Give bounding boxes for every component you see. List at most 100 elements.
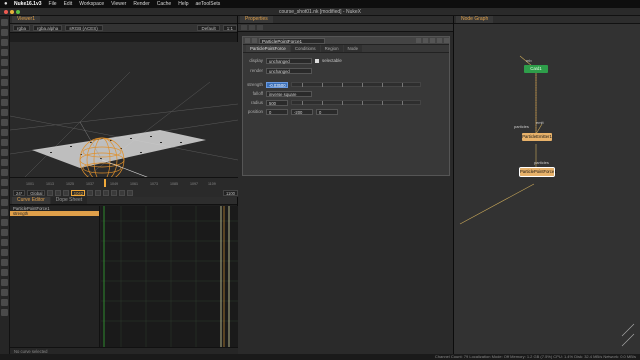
transform-tool-icon[interactable] [1, 99, 8, 106]
keyer-tool-icon[interactable] [1, 79, 8, 86]
tab-conditions[interactable]: Conditions [290, 45, 320, 52]
current-frame-field[interactable]: 1042 [71, 190, 86, 196]
menu-workspace[interactable]: Workspace [79, 1, 104, 7]
fps-dropdown[interactable]: 24* [13, 190, 26, 196]
zoom-dropdown[interactable]: Default [197, 25, 220, 31]
menu-render[interactable]: Render [133, 1, 149, 7]
zoom-window-button[interactable] [16, 10, 20, 14]
expand-tool-icon[interactable] [1, 289, 8, 296]
prev-frame-icon[interactable] [63, 190, 70, 196]
clear-panels-icon[interactable] [249, 25, 255, 30]
range-mode-dropdown[interactable]: Global [27, 190, 46, 196]
misc-tool-icon[interactable] [1, 249, 8, 256]
menu-app[interactable]: Nuke16.1v3 [14, 1, 42, 7]
position-z-field[interactable]: 0 [316, 108, 338, 115]
menu-cache[interactable]: Cache [157, 1, 171, 7]
gizmos-tool-icon[interactable] [1, 209, 8, 216]
merge-tool-icon[interactable] [1, 89, 8, 96]
apple-icon[interactable]: ● [4, 1, 10, 7]
help-tool-icon[interactable] [1, 269, 8, 276]
selectable-checkbox[interactable] [315, 58, 319, 63]
colorspace-dropdown[interactable]: sRGB (ACES) [65, 25, 104, 31]
node-card1[interactable]: Card1 [524, 65, 548, 73]
settings-tool-icon[interactable] [1, 219, 8, 226]
draw-tool-icon[interactable] [1, 29, 8, 36]
tab-region[interactable]: Region [320, 45, 343, 52]
time-tool-icon[interactable] [1, 39, 8, 46]
channel-tool-icon[interactable] [1, 49, 8, 56]
undo-icon[interactable] [416, 38, 421, 43]
tab-node[interactable]: Node [343, 45, 363, 52]
strength-field[interactable]: -0.03500 [266, 81, 288, 88]
next-key-icon[interactable] [119, 190, 126, 196]
ratio-dropdown[interactable]: 1:1 [222, 25, 237, 31]
timeline-ruler[interactable]: 1001 1013 1025 1037 1049 1061 1073 1085 … [26, 179, 216, 187]
furnace-tool-icon[interactable] [1, 179, 8, 186]
tree-item-strength[interactable]: strength [10, 211, 99, 216]
tab-dope-sheet[interactable]: Dope Sheet [50, 197, 88, 204]
node-color-icon[interactable] [252, 38, 257, 43]
radius-field[interactable]: 500 [266, 99, 288, 106]
user-tool-icon[interactable] [1, 259, 8, 266]
tab-curve-editor[interactable]: Curve Editor [12, 197, 50, 204]
help-icon[interactable] [430, 38, 435, 43]
strength-slider[interactable] [291, 82, 421, 87]
timeline-playhead[interactable] [104, 179, 106, 187]
other-tool-icon[interactable] [1, 169, 8, 176]
redo-icon[interactable] [423, 38, 428, 43]
node-particlepointforce1[interactable]: ParticlePointForce1 [519, 167, 557, 177]
close-window-button[interactable] [4, 10, 8, 14]
plugin-tool-icon[interactable] [1, 229, 8, 236]
curve-graph[interactable] [101, 206, 238, 347]
prev-key-icon[interactable] [55, 190, 62, 196]
node-name-field[interactable]: ParticlePointForce1 [259, 37, 325, 44]
first-frame-icon[interactable] [47, 190, 54, 196]
color-tool-icon[interactable] [1, 59, 8, 66]
menu-aetoolsets[interactable]: aeToolSets [196, 1, 221, 7]
bottom-tool-icon[interactable] [1, 299, 8, 306]
next-frame-icon[interactable] [111, 190, 118, 196]
play-forward-icon[interactable] [103, 190, 110, 196]
close-panel-icon[interactable] [444, 38, 449, 43]
ofx-tool-icon[interactable] [1, 189, 8, 196]
particles-tool-icon[interactable] [1, 119, 8, 126]
lock-panel-icon[interactable] [257, 25, 263, 30]
menu-edit[interactable]: Edit [64, 1, 73, 7]
views-tool-icon[interactable] [1, 139, 8, 146]
extra-tool-icon[interactable] [1, 239, 8, 246]
metadata-tool-icon[interactable] [1, 149, 8, 156]
tab-particlepointforce[interactable]: ParticlePointForce [246, 45, 290, 52]
float-panel-icon[interactable] [437, 38, 442, 43]
channels-dropdown[interactable]: rgba [13, 25, 31, 31]
menu-file[interactable]: File [49, 1, 57, 7]
node-particleemitter1[interactable]: ParticleEmitter1 [522, 133, 552, 141]
position-y-field[interactable]: -200 [291, 108, 313, 115]
3d-tool-icon[interactable] [1, 109, 8, 116]
apps-tool-icon[interactable] [1, 279, 8, 286]
tab-node-graph[interactable]: Node Graph [456, 16, 494, 23]
deep-tool-icon[interactable] [1, 129, 8, 136]
end-frame-field[interactable]: 1100 [222, 190, 238, 196]
image-tool-icon[interactable] [1, 19, 8, 26]
play-backward-icon[interactable] [87, 190, 94, 196]
radius-slider[interactable] [291, 100, 421, 105]
menu-help[interactable]: Help [178, 1, 188, 7]
display-dropdown[interactable]: unchanged [266, 57, 312, 64]
menu-viewer[interactable]: Viewer [111, 1, 126, 7]
minimize-window-button[interactable] [10, 10, 14, 14]
layer-dropdown[interactable]: rgba.alpha [33, 25, 63, 31]
collapse-icon[interactable] [245, 38, 250, 43]
viewer-viewport[interactable] [10, 42, 238, 182]
filter-tool-icon[interactable] [1, 69, 8, 76]
tab-properties[interactable]: Properties [240, 16, 273, 23]
max-panels-icon[interactable] [241, 25, 247, 30]
stop-icon[interactable] [95, 190, 102, 196]
render-dropdown[interactable]: unchanged [266, 67, 312, 74]
toolsets-tool-icon[interactable] [1, 159, 8, 166]
collapse-tool-icon[interactable] [1, 309, 8, 316]
falloff-dropdown[interactable]: inverse square [266, 90, 312, 97]
tab-viewer1[interactable]: Viewer1 [12, 16, 40, 23]
last-frame-icon[interactable] [127, 190, 134, 196]
position-x-field[interactable]: 0 [266, 108, 288, 115]
cara-tool-icon[interactable] [1, 199, 8, 206]
